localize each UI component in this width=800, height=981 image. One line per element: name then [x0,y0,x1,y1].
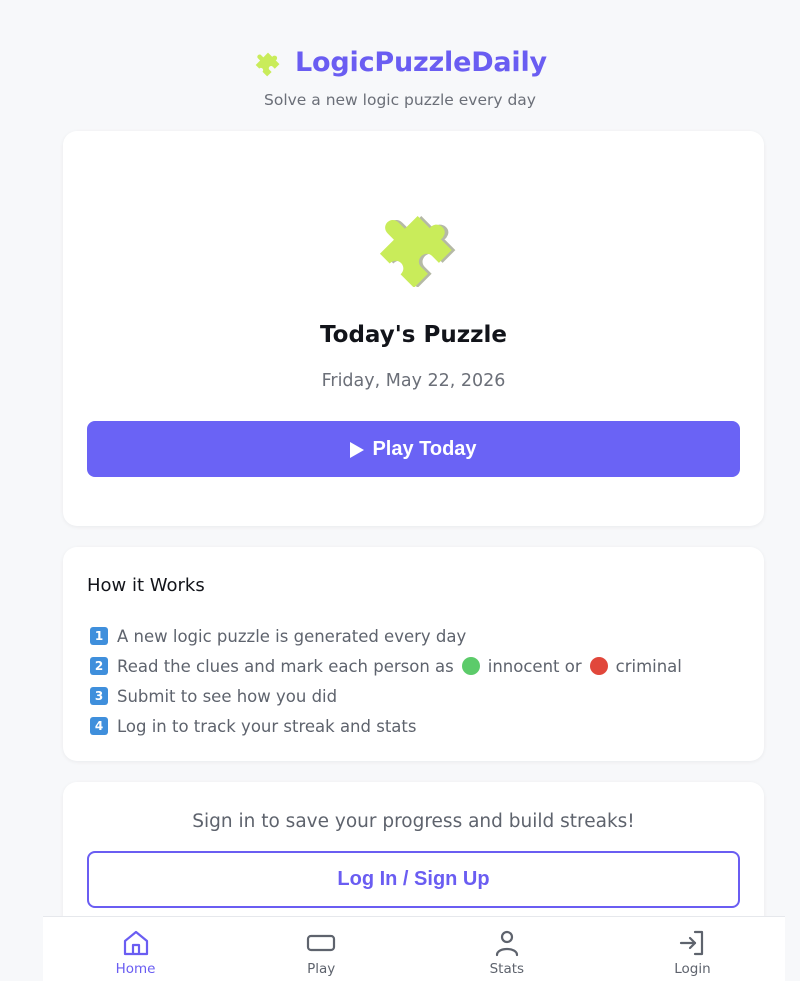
puzzle-piece-icon [253,47,283,77]
step-text: Read the clues and mark each person as [117,656,454,676]
play-today-button[interactable]: Play Today [87,421,740,477]
user-icon [493,929,521,957]
number-three-icon: 3 [90,687,108,705]
number-two-icon: 2 [90,657,108,675]
step-text: Submit to see how you did [117,686,338,706]
todays-puzzle-card: Today's Puzzle Friday, May 22, 2026 Play… [63,131,764,526]
list-item: 1 A new logic puzzle is generated every … [90,621,682,651]
login-signup-button[interactable]: Log In / Sign Up [87,851,740,908]
red-circle-icon [589,657,608,675]
innocent-label: innocent or [487,656,582,676]
criminal-label: criminal [615,656,682,676]
bottom-nav: Home Play Stats Login [43,916,785,981]
brand: LogicPuzzleDaily [253,44,547,80]
green-circle-icon [461,657,480,675]
step-text: A new logic puzzle is generated every da… [117,626,467,646]
how-it-works-list: 1 A new logic puzzle is generated every … [90,621,682,741]
nav-label-stats: Stats [489,961,525,977]
home-icon [122,929,150,957]
play-today-label: Play Today [372,437,477,460]
tagline: Solve a new logic puzzle every day [264,91,536,109]
login-prompt-text: Sign in to save your progress and build … [192,811,635,832]
puzzle-date: Friday, May 22, 2026 [321,371,506,391]
nav-label-play: Play [307,961,336,977]
nav-label-home: Home [115,961,156,977]
how-it-works-card: How it Works 1 A new logic puzzle is gen… [63,547,764,761]
brand-title: LogicPuzzleDaily [295,46,547,78]
number-one-icon: 1 [90,627,108,645]
nav-label-login: Login [674,961,711,977]
list-item: 4 Log in to track your streak and stats [90,711,682,741]
nav-item-play[interactable]: Play [229,917,414,981]
play-rect-icon [306,929,336,957]
page: LogicPuzzleDaily Solve a new logic puzzl… [0,0,800,981]
number-four-icon: 4 [90,717,108,735]
login-icon [678,929,706,957]
step-text: Log in to track your streak and stats [117,716,417,736]
puzzle-piece-icon [371,201,457,291]
play-icon [350,441,365,458]
nav-item-login[interactable]: Login [600,917,785,981]
nav-item-stats[interactable]: Stats [414,917,599,981]
nav-item-home[interactable]: Home [43,917,228,981]
todays-puzzle-title: Today's Puzzle [320,322,507,348]
header: LogicPuzzleDaily Solve a new logic puzzl… [0,44,800,109]
list-item: 3 Submit to see how you did [90,681,682,711]
how-it-works-title: How it Works [87,575,205,596]
list-item: 2 Read the clues and mark each person as… [90,651,682,681]
